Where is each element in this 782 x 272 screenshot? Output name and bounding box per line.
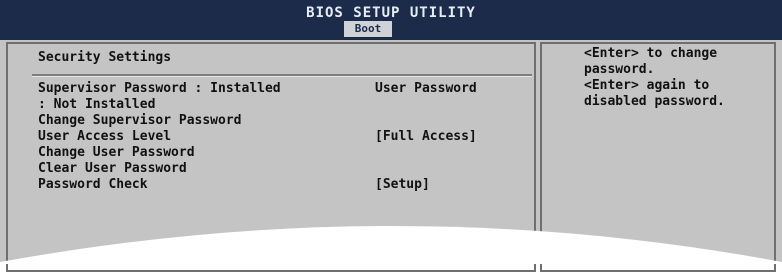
user-access-level-label: User Access Level <box>38 129 172 144</box>
user-password-status-row: : Not Installed <box>38 97 155 113</box>
user-access-level-value: [Full Access] <box>375 129 477 144</box>
bios-title: BIOS SETUP UTILITY <box>306 5 476 21</box>
help-line: <Enter> to change <box>584 46 718 61</box>
supervisor-password-label: Supervisor Password : Installed <box>38 81 281 96</box>
help-line: password. <box>584 62 655 77</box>
password-check-label: Password Check <box>38 177 148 192</box>
password-check-value: [Setup] <box>375 177 430 192</box>
user-password-label: User Password <box>375 81 477 96</box>
tab-boot[interactable]: Boot <box>344 21 392 37</box>
help-line: <Enter> again to <box>584 78 710 93</box>
separator <box>32 74 532 77</box>
user-password-status: : Not Installed <box>38 97 156 112</box>
password-check-item[interactable]: Password Check [Setup] <box>38 177 430 193</box>
change-supervisor-password-item[interactable]: Change Supervisor Password <box>38 113 242 129</box>
settings-pane: Security Settings Supervisor Password : … <box>6 42 536 272</box>
change-supervisor-password-label: Change Supervisor Password <box>38 113 242 128</box>
help-pane <box>540 42 776 272</box>
help-line: disabled password. <box>584 94 725 109</box>
supervisor-password-row: Supervisor Password : Installed User Pas… <box>38 81 477 97</box>
bios-header: BIOS SETUP UTILITY Boot <box>0 0 782 40</box>
user-access-level-item[interactable]: User Access Level [Full Access] <box>38 129 477 145</box>
change-user-password-label: Change User Password <box>38 145 195 160</box>
clear-user-password-label: Clear User Password <box>38 161 187 176</box>
clear-user-password-item[interactable]: Clear User Password <box>38 161 187 177</box>
change-user-password-item[interactable]: Change User Password <box>38 145 195 161</box>
section-heading: Security Settings <box>38 50 172 65</box>
bios-frame: Security Settings Supervisor Password : … <box>0 40 782 272</box>
